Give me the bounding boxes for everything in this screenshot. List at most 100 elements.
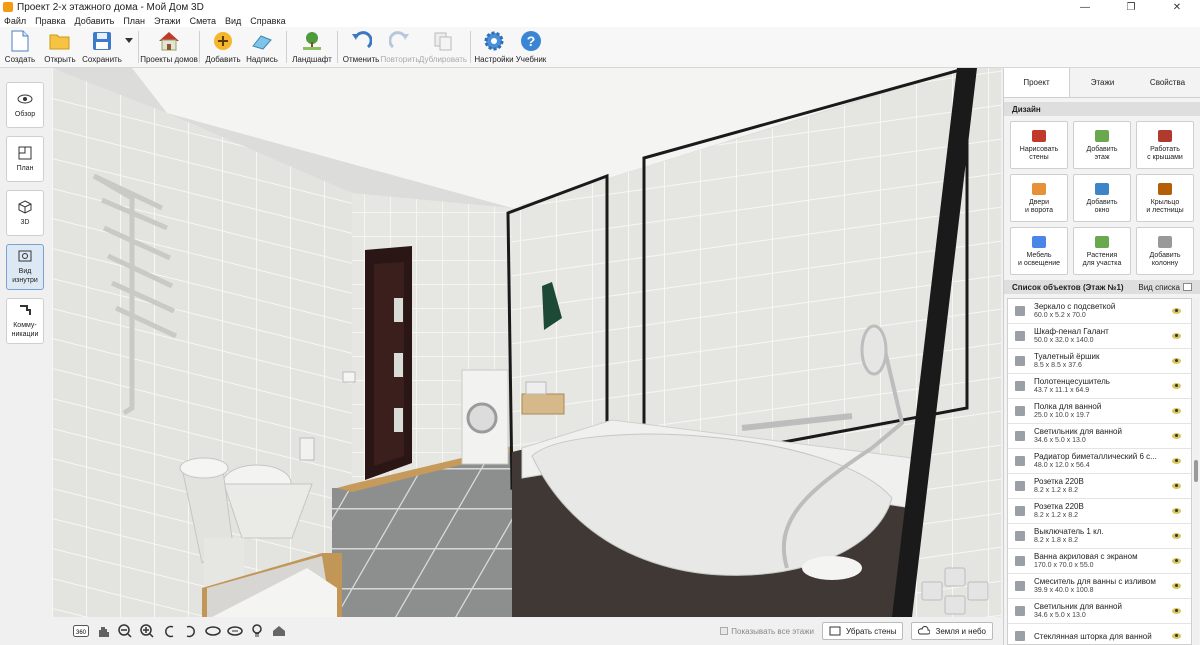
maximize-button[interactable]: ❐ (1108, 2, 1154, 13)
menu-plan[interactable]: План (123, 16, 145, 26)
3d-view-button[interactable]: 3D (6, 190, 44, 236)
object-name: Стеклянная шторка для ванной (1034, 631, 1152, 641)
design-button-plant[interactable]: Растения для участка (1073, 227, 1131, 275)
object-list: Зеркало с подсветкой 60.0 x 5.2 x 70.0 Шка… (1007, 298, 1192, 645)
communications-button[interactable]: Комму-никации (6, 298, 44, 344)
view-list-toggle[interactable]: Вид списка (1138, 283, 1192, 292)
house-projects-button[interactable]: Проекты домов (140, 27, 198, 68)
save-button[interactable]: Сохранить (80, 27, 124, 68)
menu-add[interactable]: Добавить (75, 16, 115, 26)
settings-button[interactable]: Настройки (474, 27, 514, 68)
visibility-eye-icon[interactable] (1172, 433, 1181, 439)
minimize-button[interactable]: — (1062, 2, 1108, 13)
visibility-eye-icon[interactable] (1172, 383, 1181, 389)
tab-properties[interactable]: Свойства (1135, 68, 1200, 97)
landscape-button[interactable]: Ландшафт (291, 27, 333, 68)
tab-floors[interactable]: Этажи (1070, 68, 1135, 97)
visibility-eye-icon[interactable] (1172, 358, 1181, 364)
undo-icon (349, 30, 373, 52)
menu-estimate[interactable]: Смета (190, 16, 216, 26)
redo-button[interactable]: Повторить (380, 27, 420, 68)
tab-project[interactable]: Проект (1004, 68, 1070, 97)
house-icon (157, 30, 181, 52)
show-all-floors-checkbox[interactable]: Показывать все этажи (720, 627, 814, 636)
list-item[interactable]: Выключатель 1 кл. 8.2 x 1.8 x 8.2 (1008, 524, 1191, 549)
object-name: Выключатель 1 кл. (1034, 527, 1104, 536)
add-button[interactable]: Добавить (204, 27, 242, 68)
tilt-up-button[interactable] (204, 622, 222, 640)
visibility-eye-icon[interactable] (1172, 408, 1181, 414)
menu-help[interactable]: Справка (250, 16, 285, 26)
remove-walls-button[interactable]: Убрать стены (822, 622, 904, 640)
visibility-eye-icon[interactable] (1172, 608, 1181, 614)
list-item[interactable]: Радиатор биметаллический 6 с... 48.0 x 12… (1008, 449, 1191, 474)
design-button-door[interactable]: Двери и ворота (1010, 174, 1068, 222)
list-item[interactable]: Розетка 220В 8.2 x 1.2 x 8.2 (1008, 474, 1191, 499)
zoom-in-button[interactable] (138, 622, 156, 640)
menu-floors[interactable]: Этажи (154, 16, 181, 26)
rotate-360-button[interactable]: 360 (72, 622, 90, 640)
design-button-column[interactable]: Добавить колонну (1136, 227, 1194, 275)
home-view-button[interactable] (270, 622, 288, 640)
menu-view[interactable]: Вид (225, 16, 241, 26)
visibility-eye-icon[interactable] (1172, 308, 1181, 314)
menu-file[interactable]: Файл (4, 16, 26, 26)
visibility-eye-icon[interactable] (1172, 533, 1181, 539)
visibility-eye-icon[interactable] (1172, 558, 1181, 564)
plan-button[interactable]: План (6, 136, 44, 182)
object-dimensions: 170.0 x 70.0 x 55.0 (1034, 562, 1094, 569)
object-thumbnail-icon (1012, 378, 1028, 394)
close-button[interactable]: ✕ (1154, 2, 1200, 13)
tutorial-button[interactable]: ? Учебник (513, 27, 549, 68)
create-button[interactable]: Создать (0, 27, 40, 68)
design-button-window[interactable]: Добавить окно (1073, 174, 1131, 222)
list-item[interactable]: Полотенцесушитель 43.7 x 11.1 x 64.9 (1008, 374, 1191, 399)
list-item[interactable]: Смеситель для ванны с изливом 39.9 x 40.0… (1008, 574, 1191, 599)
folder-icon (48, 30, 72, 52)
toolbar-divider (199, 31, 200, 63)
design-button-stairs[interactable]: Крыльцо и лестницы (1136, 174, 1194, 222)
rotate-right-button[interactable] (182, 622, 200, 640)
visibility-eye-icon[interactable] (1172, 633, 1181, 639)
visibility-eye-icon[interactable] (1172, 483, 1181, 489)
list-item[interactable]: Шкаф-пенал Галант 50.0 x 32.0 x 140.0 (1008, 324, 1191, 349)
scrollbar-thumb[interactable] (1194, 460, 1198, 482)
menu-edit[interactable]: Правка (35, 16, 65, 26)
design-button-bricks[interactable]: Нарисовать стены (1010, 121, 1068, 169)
list-item[interactable]: Полка для ванной 25.0 x 10.0 x 19.7 (1008, 399, 1191, 424)
overview-button[interactable]: Обзор (6, 82, 44, 128)
3d-viewport[interactable] (52, 68, 1001, 617)
ground-and-sky-button[interactable]: Земля и небо (911, 622, 993, 640)
object-thumbnail-icon (1012, 328, 1028, 344)
open-button[interactable]: Открыть (40, 27, 80, 68)
save-dropdown[interactable] (124, 27, 134, 68)
design-button-floor[interactable]: Добавить этаж (1073, 121, 1131, 169)
visibility-eye-icon[interactable] (1172, 333, 1181, 339)
visibility-eye-icon[interactable] (1172, 508, 1181, 514)
rotate-left-button[interactable] (160, 622, 178, 640)
pan-hand-button[interactable] (94, 622, 112, 640)
stairs-icon (1158, 183, 1172, 195)
zoom-out-button[interactable] (116, 622, 134, 640)
list-item[interactable]: Светильник для ванной 34.6 x 5.0 x 13.0 (1008, 424, 1191, 449)
visibility-eye-icon[interactable] (1172, 583, 1181, 589)
list-item[interactable]: Зеркало с подсветкой 60.0 x 5.2 x 70.0 (1008, 299, 1191, 324)
design-button-armchair[interactable]: Мебель и освещение (1010, 227, 1068, 275)
list-item[interactable]: Стеклянная шторка для ванной (1008, 624, 1191, 644)
tilt-down-button[interactable] (226, 622, 244, 640)
list-item[interactable]: Розетка 220В 8.2 x 1.2 x 8.2 (1008, 499, 1191, 524)
list-item[interactable]: Ванна акриловая с экраном 170.0 x 70.0 x … (1008, 549, 1191, 574)
list-item[interactable]: Светильник для ванной 34.6 x 5.0 x 13.0 (1008, 599, 1191, 624)
list-item[interactable]: Туалетный ёршик 8.5 x 8.5 x 37.6 (1008, 349, 1191, 374)
light-button[interactable] (248, 622, 266, 640)
visibility-eye-icon[interactable] (1172, 458, 1181, 464)
design-button-roof[interactable]: Работать с крышами (1136, 121, 1194, 169)
object-list-scrollbar[interactable] (1193, 298, 1199, 645)
inside-view-button[interactable]: Вид изнутри (6, 244, 44, 290)
label-button[interactable]: Надпись (242, 27, 282, 68)
duplicate-button[interactable]: Дублировать (419, 27, 467, 68)
pipe-icon (17, 303, 33, 317)
undo-button[interactable]: Отменить (342, 27, 380, 68)
object-dimensions: 8.2 x 1.2 x 8.2 (1034, 512, 1078, 519)
zoom-in-icon (140, 624, 154, 638)
